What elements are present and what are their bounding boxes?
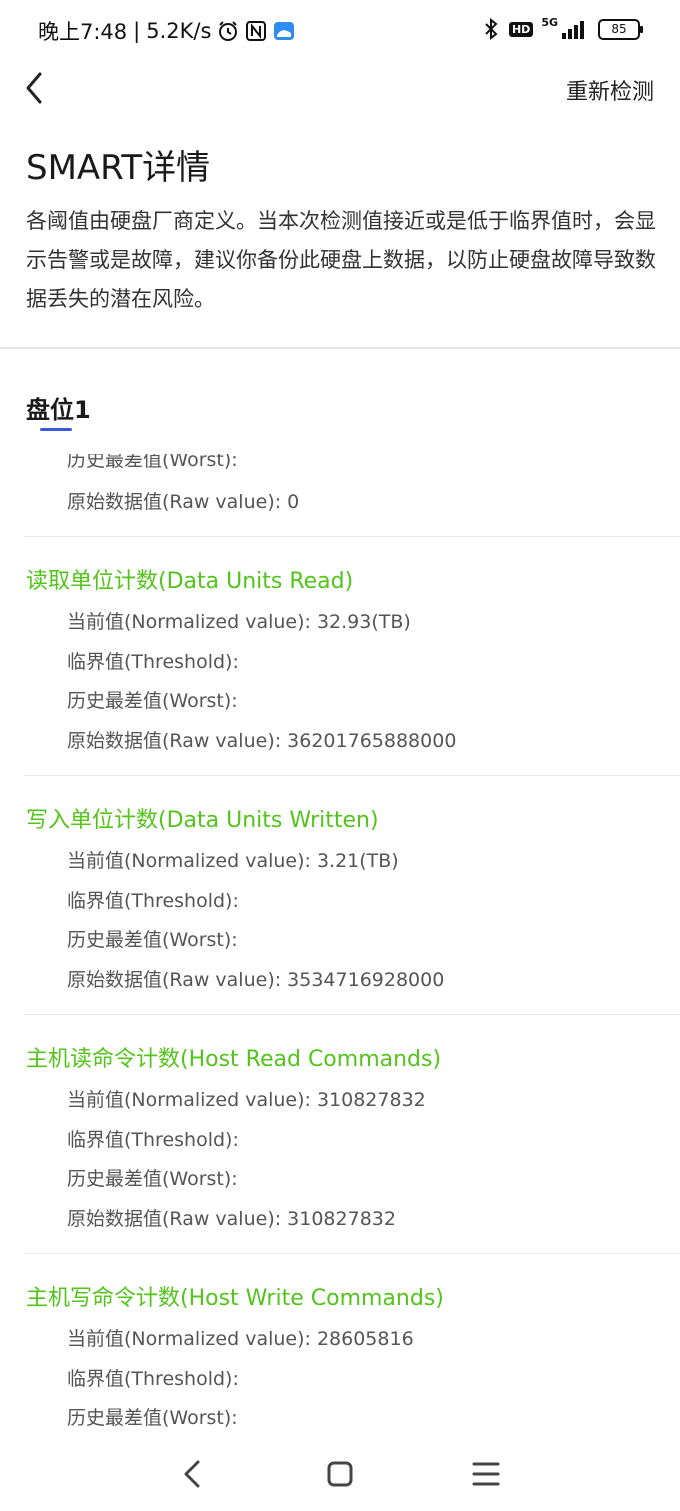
section-title: 主机写命令计数(Host Write Commands) [26, 1286, 444, 1311]
worst-row: 历史最差值(Worst): [67, 1168, 238, 1190]
raw-value-row: 原始数据值(Raw value): 3534716928000 [67, 969, 445, 991]
status-separator: | [133, 19, 141, 43]
nav-menu-icon[interactable] [468, 1456, 504, 1492]
tab-indicator [40, 428, 72, 431]
page-description: 各阈值由硬盘厂商定义。当本次检测值接近或是低于临界值时，会显示告警或是故障，建议… [26, 209, 656, 311]
back-icon[interactable] [20, 70, 56, 106]
threshold-row: 临界值(Threshold): [67, 651, 239, 673]
status-left: 晚上7:48 | 5.2K/s [38, 16, 295, 46]
page-title: SMART详情 [26, 148, 211, 188]
status-time: 晚上7:48 [38, 20, 128, 44]
partial-raw-row: 原始数据值(Raw value): 0 [67, 491, 300, 513]
section-separator [24, 775, 680, 776]
section-title: 读取单位计数(Data Units Read) [26, 569, 354, 594]
threshold-row: 临界值(Threshold): [67, 1129, 239, 1151]
network-type: 5G [541, 15, 558, 29]
current-value-row: 当前值(Normalized value): 32.93(TB) [67, 611, 411, 633]
raw-value-row: 原始数据值(Raw value): 36201765888000 [67, 730, 457, 752]
status-right: HD 5G 85 [481, 15, 643, 40]
status-speed: 5.2K/s [146, 19, 212, 43]
battery-icon: 85 [598, 18, 643, 40]
nfc-icon [246, 21, 267, 41]
app-icon [274, 22, 295, 40]
worst-row: 历史最差值(Worst): [67, 1407, 238, 1429]
status-bar: 晚上7:48 | 5.2K/s HD 5G 85 [0, 0, 680, 62]
threshold-row: 临界值(Threshold): [67, 890, 239, 912]
nav-home-icon[interactable] [322, 1456, 358, 1492]
current-value-row: 当前值(Normalized value): 3.21(TB) [67, 850, 399, 872]
current-value-row: 当前值(Normalized value): 310827832 [67, 1089, 426, 1111]
hd-badge: HD [508, 21, 534, 37]
tab-disk-slot-1[interactable]: 盘位1 [26, 390, 91, 425]
section-separator [24, 1014, 680, 1015]
current-value-row: 当前值(Normalized value): 28605816 [67, 1328, 414, 1350]
alarm-icon [219, 21, 238, 41]
navigation-bar [0, 1438, 680, 1511]
partial-worst-row: 历史最差值(Worst): [67, 454, 238, 471]
threshold-row: 临界值(Threshold): [67, 1368, 239, 1390]
worst-row: 历史最差值(Worst): [67, 929, 238, 951]
recheck-button[interactable]: 重新检测 [566, 74, 654, 106]
nav-back-icon[interactable] [176, 1456, 212, 1492]
bluetooth-icon [485, 18, 498, 40]
section-separator [24, 1253, 680, 1254]
section-title: 写入单位计数(Data Units Written) [26, 808, 379, 833]
section-separator [24, 536, 680, 537]
raw-value-row: 原始数据值(Raw value): 310827832 [67, 1208, 396, 1230]
header-divider [0, 347, 680, 349]
signal-icon [562, 21, 584, 39]
worst-row: 历史最差值(Worst): [67, 690, 238, 712]
section-title: 主机读命令计数(Host Read Commands) [26, 1047, 442, 1072]
smart-list[interactable]: 历史最差值(Worst): 原始数据值(Raw value): 0 读取单位计数… [0, 448, 680, 1438]
